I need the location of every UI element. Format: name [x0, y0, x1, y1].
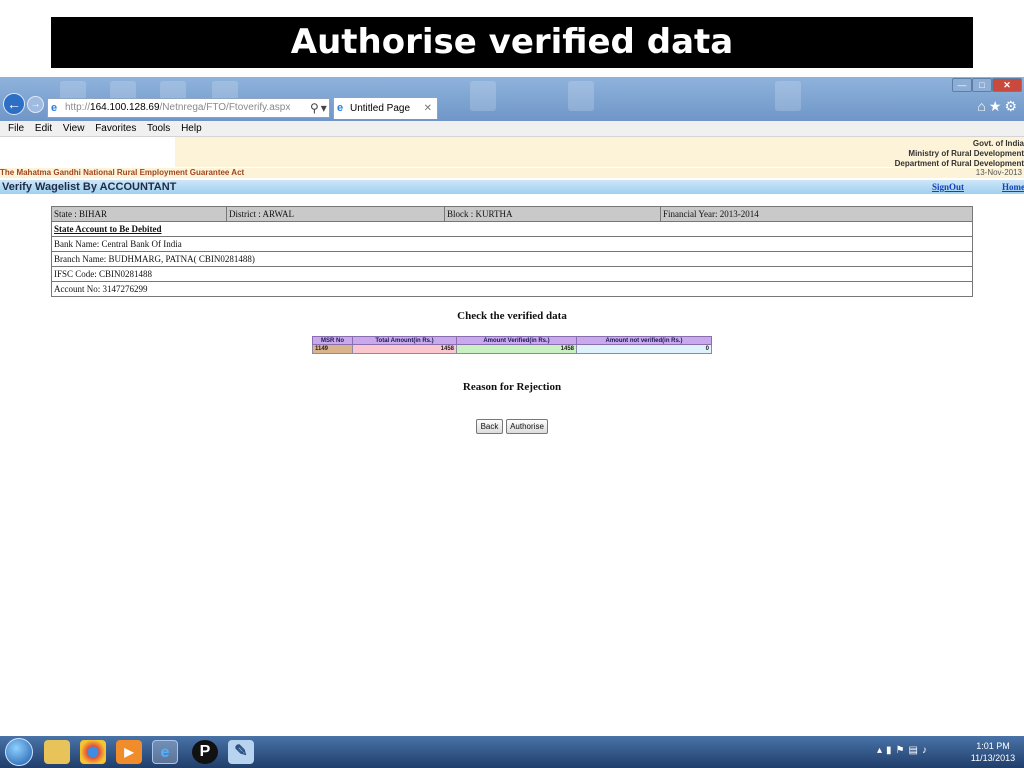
gear-icon[interactable]: ⚙ — [1004, 98, 1020, 114]
app-p-icon[interactable]: P — [192, 740, 218, 764]
col-amount-not-verified: Amount not verified(in Rs.) — [576, 336, 712, 345]
reason-for-rejection-title: Reason for Rejection — [462, 381, 562, 393]
maximize-button[interactable]: □ — [972, 78, 992, 92]
page-header-band — [0, 137, 1024, 167]
back-button[interactable]: Back — [476, 419, 503, 434]
menu-help[interactable]: Help — [181, 123, 202, 134]
amount-not-verified-value: 0 — [576, 344, 712, 354]
table-row: IFSC Code: CBIN0281488 — [51, 266, 973, 282]
tab-title: Untitled Page — [350, 103, 411, 114]
menu-file[interactable]: File — [8, 123, 24, 134]
col-msr-no: MSR No — [312, 336, 353, 345]
table-row: State Account to Be Debited — [51, 221, 973, 237]
slide-title: Authorise verified data — [51, 17, 973, 68]
block-cell: Block : KURTHA — [444, 206, 661, 222]
minimize-button[interactable]: — — [952, 78, 972, 92]
financial-year-cell: Financial Year: 2013-2014 — [660, 206, 973, 222]
account-info-table: State : BIHAR District : ARWAL Block : K… — [51, 206, 973, 297]
start-button[interactable] — [5, 738, 33, 766]
url-path: /Netnrega/FTO/Ftoverify.aspx — [159, 102, 291, 113]
account-number: Account No: 3147276299 — [51, 281, 973, 297]
arrow-right-icon: → — [30, 99, 41, 110]
section-heading: State Account to Be Debited — [54, 224, 162, 234]
act-name: The Mahatma Gandhi National Rural Employ… — [0, 168, 245, 177]
arrow-left-icon: ← — [7, 96, 21, 112]
chrome-icon[interactable] — [80, 740, 106, 764]
total-amount-value: 1458 — [352, 344, 457, 354]
table-row: Bank Name: Central Bank Of India — [51, 236, 973, 252]
volume-icon[interactable]: ♪ — [922, 745, 931, 756]
address-tools: ⚲▾▢↻✕ — [310, 99, 330, 117]
act-row: The Mahatma Gandhi National Rural Employ… — [0, 168, 1024, 178]
background-tile-icon — [775, 81, 801, 111]
menu-edit[interactable]: Edit — [35, 123, 52, 134]
col-total-amount: Total Amount(in Rs.) — [352, 336, 457, 345]
verified-data-table: MSR No Total Amount(in Rs.) Amount Verif… — [312, 336, 712, 354]
background-tile-icon — [568, 81, 594, 111]
paint-icon[interactable]: ✎ — [228, 740, 254, 764]
menu-view[interactable]: View — [63, 123, 85, 134]
ie-logo-icon: e — [51, 102, 58, 114]
district-cell: District : ARWAL — [226, 206, 445, 222]
browser-forward-button[interactable]: → — [27, 96, 44, 113]
chevron-down-icon[interactable]: ▾ — [321, 101, 329, 115]
compat-view-icon[interactable]: ▢ — [329, 101, 330, 115]
ifsc-code: IFSC Code: CBIN0281488 — [51, 266, 973, 282]
folder-icon[interactable] — [44, 740, 70, 764]
msr-no-value: 1149 — [312, 344, 353, 354]
url-protocol: http:// — [65, 102, 91, 113]
menu-tools[interactable]: Tools — [147, 123, 170, 134]
page-heading: Verify Wagelist By ACCOUNTANT — [2, 181, 177, 193]
govt-info: Govt. of India Ministry of Rural Develop… — [895, 139, 1024, 169]
system-tray: ▴▮⚑▤♪ — [877, 745, 931, 756]
branch-name: Branch Name: BUDHMARG, PATNA( CBIN028148… — [51, 251, 973, 267]
address-bar[interactable]: e http://164.100.128.69/Netnrega/FTO/Fto… — [47, 98, 330, 118]
table-row: 1149 1458 1458 0 — [312, 344, 712, 354]
network-icon[interactable]: ▤ — [909, 745, 922, 756]
search-icon[interactable]: ⚲ — [310, 101, 321, 115]
flag-icon[interactable]: ⚑ — [896, 745, 909, 756]
table-row: State : BIHAR District : ARWAL Block : K… — [51, 206, 973, 222]
background-tile-icon — [470, 81, 496, 111]
star-icon[interactable]: ★ — [989, 98, 1005, 114]
taskbar-clock[interactable]: 1:01 PM 11/13/2013 — [968, 740, 1018, 764]
menu-bar: File Edit View Favorites Tools Help — [0, 121, 1024, 137]
signout-link[interactable]: SignOut — [932, 180, 964, 194]
clock-time: 1:01 PM — [976, 741, 1010, 751]
ie-logo-icon: e — [337, 102, 344, 114]
page-heading-bar: Verify Wagelist By ACCOUNTANT SignOut Ho… — [0, 180, 1024, 194]
tab-close-icon[interactable]: ✕ — [424, 98, 432, 120]
tray-arrow-icon[interactable]: ▴ — [877, 745, 886, 756]
menu-favorites[interactable]: Favorites — [95, 123, 136, 134]
window-controls: — □ ✕ — [952, 78, 1022, 92]
bank-name: Bank Name: Central Bank Of India — [51, 236, 973, 252]
browser-back-button[interactable]: ← — [3, 93, 25, 115]
state-cell: State : BIHAR — [51, 206, 227, 222]
amount-verified-value: 1458 — [456, 344, 577, 354]
ie-taskbar-icon[interactable]: e — [152, 740, 178, 764]
home-icon[interactable]: ⌂ — [977, 98, 988, 114]
url-host: 164.100.128.69 — [90, 102, 160, 113]
tab-untitled-page[interactable]: e Untitled Page ✕ — [333, 97, 438, 119]
table-header-row: MSR No Total Amount(in Rs.) Amount Verif… — [312, 336, 712, 345]
table-row: Account No: 3147276299 — [51, 281, 973, 297]
table-row: Branch Name: BUDHMARG, PATNA( CBIN028148… — [51, 251, 973, 267]
col-amount-verified: Amount Verified(in Rs.) — [456, 336, 577, 345]
current-date: 13-Nov-2013 — [975, 168, 1022, 177]
govt-line: Govt. of India — [972, 139, 1024, 148]
close-window-button[interactable]: ✕ — [992, 78, 1022, 92]
battery-icon[interactable]: ▮ — [886, 745, 896, 756]
clock-date: 11/13/2013 — [970, 753, 1016, 763]
browser-icons: ⌂★⚙ — [977, 98, 1020, 115]
ministry-line: Ministry of Rural Development — [908, 149, 1024, 158]
home-link[interactable]: Home — [1002, 180, 1024, 194]
check-verified-title: Check the verified data — [457, 310, 567, 322]
authorise-button[interactable]: Authorise — [506, 419, 548, 434]
media-player-icon[interactable]: ▶ — [116, 740, 142, 764]
